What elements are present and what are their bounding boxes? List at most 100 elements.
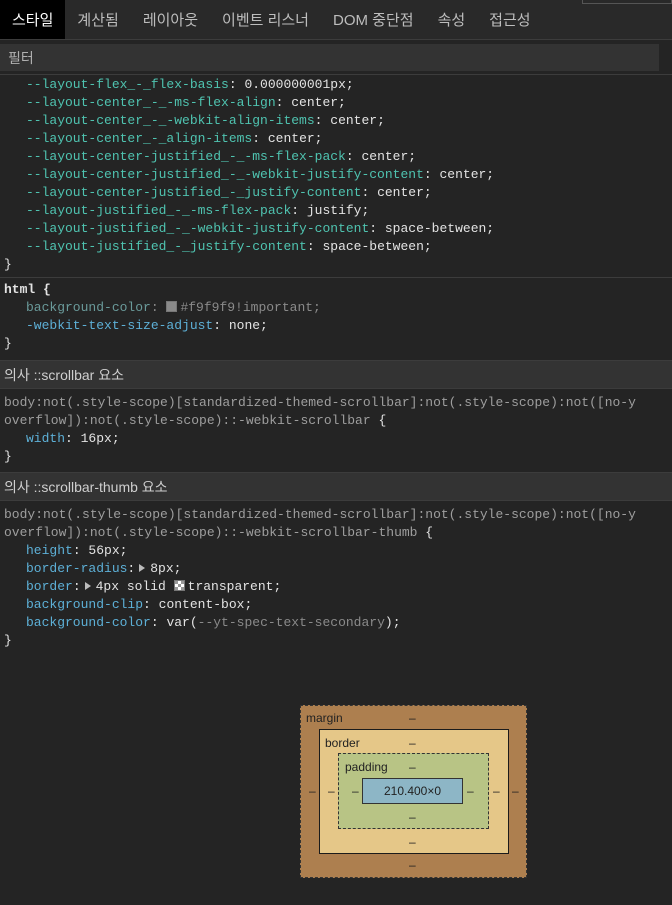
property-name: --layout-center_-_align-items (26, 131, 253, 146)
property-name: --layout-center_-_-ms-flex-align (26, 95, 276, 110)
margin-right-value[interactable]: – (512, 784, 519, 798)
rule-close-brace: } (4, 633, 12, 648)
panel-tabs: 스타일 계산됨 레이아웃 이벤트 리스너 DOM 중단점 속성 접근성 (0, 0, 672, 40)
property-name: --layout-center-justified_-_justify-cont… (26, 185, 362, 200)
selector-text: overflow]):not(.style-scope)::-webkit-sc… (4, 525, 418, 540)
box-model-content[interactable]: 210.400×0 (362, 778, 463, 804)
property-name: --layout-center-justified_-_-ms-flex-pac… (26, 149, 346, 164)
rule-selector-cont[interactable]: overflow]):not(.style-scope)::-webkit-sc… (0, 412, 672, 430)
tab-layout[interactable]: 레이아웃 (131, 0, 210, 39)
filter-bar (0, 40, 672, 75)
declaration[interactable]: border-radius: 8px; (0, 560, 672, 578)
property-value: none; (228, 318, 268, 333)
property-name: --layout-justified_-_-webkit-justify-con… (26, 221, 370, 236)
property-name: --layout-flex_-_flex-basis (26, 77, 229, 92)
border-bottom-value[interactable]: – (409, 835, 416, 849)
rule-selector[interactable]: body:not(.style-scope)[standardized-them… (0, 394, 672, 412)
css-rule-html: html { background-color: #f9f9f9!importa… (0, 278, 672, 361)
pseudo-element-header-scrollbar-thumb: 의사 ::scrollbar-thumb 요소 (0, 473, 672, 501)
property-value: center; (439, 167, 495, 182)
open-brace: { (370, 413, 387, 428)
declaration[interactable]: --layout-justified_-_justify-content: sp… (0, 238, 672, 256)
transparent-color-swatch[interactable] (173, 580, 185, 591)
declaration[interactable]: -webkit-text-size-adjust: none; (0, 317, 672, 335)
border-left-value[interactable]: – (328, 784, 335, 798)
property-name: background-color (26, 300, 151, 315)
property-name: border (26, 579, 73, 594)
declaration[interactable]: background-clip: content-box; (0, 596, 672, 614)
rule-selector[interactable]: html { (0, 281, 672, 299)
declaration[interactable]: --layout-center-justified_-_-webkit-just… (0, 166, 672, 184)
open-brace: { (417, 525, 434, 540)
css-rule-scrollbar: body:not(.style-scope)[standardized-them… (0, 389, 672, 473)
expand-triangle-icon[interactable] (84, 582, 91, 590)
declaration[interactable]: --layout-center-justified_-_justify-cont… (0, 184, 672, 202)
declaration-overridden[interactable]: background-color: #f9f9f9!important; (0, 299, 672, 317)
property-value: 8px; (150, 561, 182, 576)
expand-triangle-icon[interactable] (139, 564, 146, 572)
declaration[interactable]: --layout-justified_-_-webkit-justify-con… (0, 220, 672, 238)
property-value: content-box; (158, 597, 253, 612)
declaration[interactable]: background-color: var(--yt-spec-text-sec… (0, 614, 672, 632)
selector-text: body:not(.style-scope)[standardized-them… (4, 395, 636, 410)
property-value: #f9f9f9!important; (180, 300, 321, 315)
border-right-value[interactable]: – (493, 784, 500, 798)
property-value: ); (384, 615, 401, 630)
color-swatch[interactable] (166, 301, 178, 312)
padding-right-value[interactable]: – (467, 784, 474, 798)
margin-top-value[interactable]: – (409, 711, 416, 725)
selector-text: overflow]):not(.style-scope)::-webkit-sc… (4, 413, 371, 428)
declaration[interactable]: width: 16px; (0, 430, 672, 448)
property-name: height (26, 543, 73, 558)
css-rule-layout-vars: --layout-flex_-_flex-basis: 0.000000001p… (0, 75, 672, 278)
tab-properties[interactable]: 속성 (426, 0, 478, 39)
padding-bottom-value[interactable]: – (409, 810, 416, 824)
property-value: 16px; (80, 431, 120, 446)
tab-computed[interactable]: 계산됨 (65, 0, 130, 39)
padding-top-value[interactable]: – (409, 760, 416, 774)
rule-selector[interactable]: body:not(.style-scope)[standardized-them… (0, 506, 672, 524)
declaration[interactable]: --layout-flex_-_flex-basis: 0.000000001p… (0, 76, 672, 94)
declaration[interactable]: --layout-center_-_-webkit-align-items: c… (0, 112, 672, 130)
property-name: --layout-justified_-_justify-content (26, 239, 307, 254)
css-rule-scrollbar-thumb: body:not(.style-scope)[standardized-them… (0, 501, 672, 657)
property-value: center; (291, 95, 346, 110)
property-value: 56px; (88, 543, 128, 558)
padding-left-value[interactable]: – (352, 784, 359, 798)
tab-accessibility[interactable]: 접근성 (477, 0, 542, 39)
declaration[interactable]: --layout-center-justified_-_-ms-flex-pac… (0, 148, 672, 166)
property-value: 0.000000001px; (244, 77, 354, 92)
tab-dom-breakpoints[interactable]: DOM 중단점 (321, 0, 426, 39)
property-name: background-clip (26, 597, 144, 612)
property-name: -webkit-text-size-adjust (26, 318, 214, 333)
property-value: justify; (306, 203, 370, 218)
declaration[interactable]: --layout-center_-_-ms-flex-align: center… (0, 94, 672, 112)
property-value: 4px solid (95, 579, 174, 594)
property-value: space-between; (322, 239, 432, 254)
declaration[interactable]: height: 56px; (0, 542, 672, 560)
margin-bottom-value[interactable]: – (409, 858, 416, 872)
property-value: center; (330, 113, 385, 128)
property-name: background-color (26, 615, 151, 630)
declaration[interactable]: --layout-center_-_align-items: center; (0, 130, 672, 148)
property-value: center; (361, 149, 417, 164)
property-name: --layout-justified_-_-ms-flex-pack (26, 203, 292, 218)
rule-close-brace: } (4, 449, 12, 464)
property-value: center; (267, 131, 323, 146)
filter-input[interactable] (0, 44, 659, 71)
tab-event-listeners[interactable]: 이벤트 리스너 (210, 0, 321, 39)
declaration[interactable]: --layout-justified_-_-ms-flex-pack: just… (0, 202, 672, 220)
property-value: center; (377, 185, 432, 200)
rule-selector-cont[interactable]: overflow]):not(.style-scope)::-webkit-sc… (0, 524, 672, 542)
margin-left-value[interactable]: – (309, 784, 316, 798)
border-top-value[interactable]: – (409, 736, 416, 750)
border-label: border (325, 736, 360, 750)
rule-close-brace: } (4, 257, 12, 272)
declaration[interactable]: border: 4px solid transparent; (0, 578, 672, 596)
property-value: var( (166, 615, 198, 630)
rule-close-brace: } (4, 336, 12, 351)
property-name: border-radius (26, 561, 128, 576)
tab-styles[interactable]: 스타일 (0, 0, 66, 39)
css-variable-ref[interactable]: --yt-spec-text-secondary (198, 615, 385, 630)
padding-label: padding (345, 760, 388, 774)
